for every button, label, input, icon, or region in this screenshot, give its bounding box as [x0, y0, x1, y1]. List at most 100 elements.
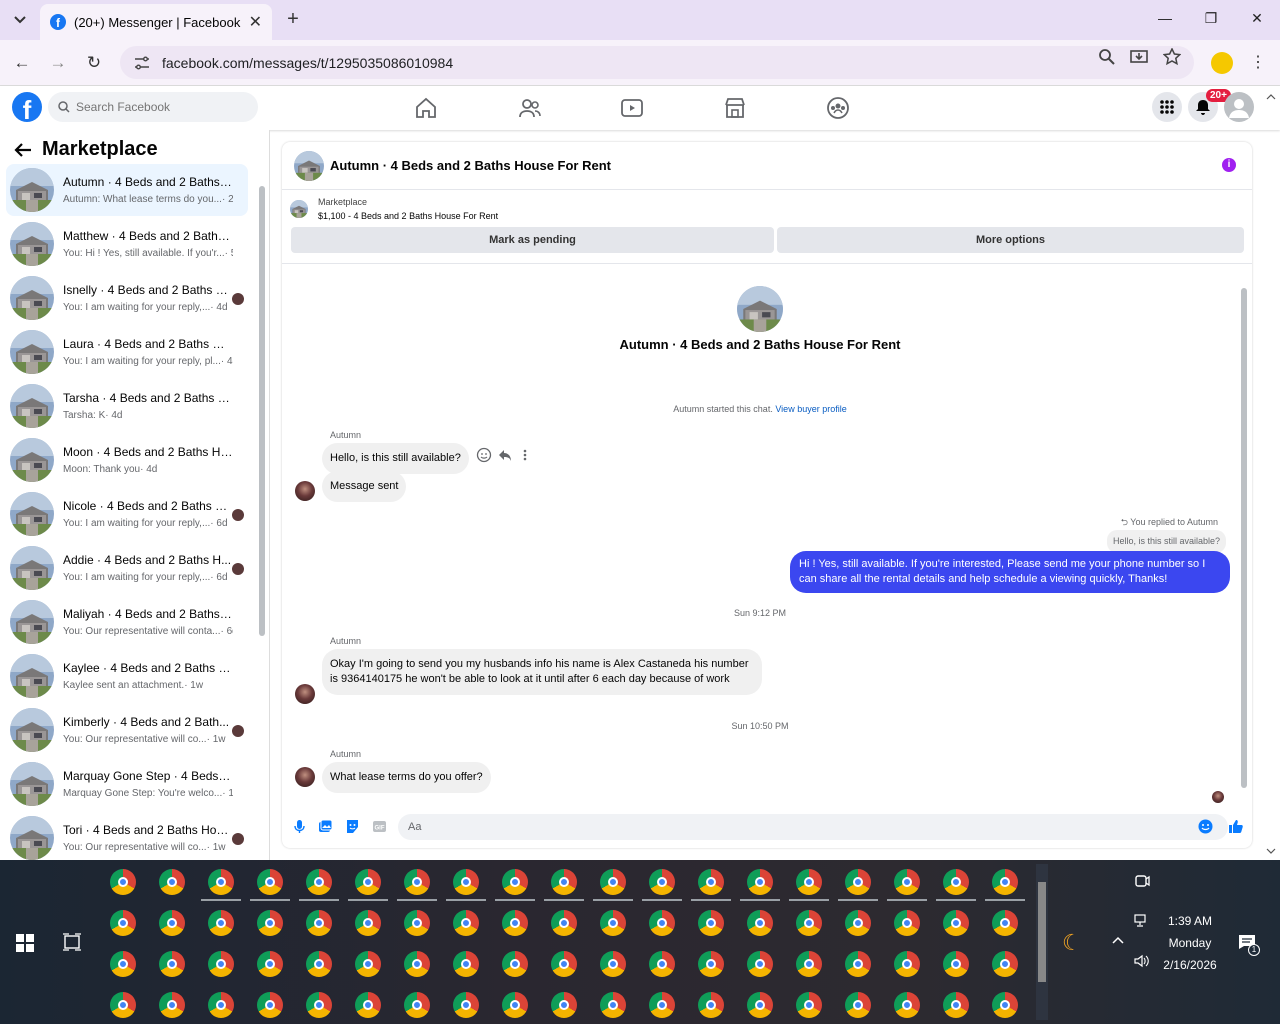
mark-as-pending-button[interactable]: Mark as pending: [291, 227, 774, 253]
chrome-taskbar-icon[interactable]: [845, 992, 871, 1018]
chrome-taskbar-icon[interactable]: [894, 992, 920, 1018]
home-icon[interactable]: [414, 96, 438, 120]
message-bubble[interactable]: What lease terms do you offer?: [322, 762, 491, 793]
browser-menu-icon[interactable]: ⋮: [1250, 52, 1266, 72]
search-box[interactable]: [48, 92, 258, 122]
chrome-taskbar-icon[interactable]: [502, 992, 528, 1018]
chrome-taskbar-icon[interactable]: [159, 869, 185, 895]
task-view-icon[interactable]: [62, 933, 82, 951]
conversation-item[interactable]: Addie · 4 Beds and 2 Baths H... You: I am…: [6, 542, 248, 594]
chrome-taskbar-icon[interactable]: [502, 910, 528, 936]
chrome-taskbar-icon[interactable]: [747, 951, 773, 977]
chrome-taskbar-icon[interactable]: [110, 951, 136, 977]
forward-icon[interactable]: →: [48, 53, 68, 73]
message-input[interactable]: Aa: [398, 814, 1228, 840]
omnibox[interactable]: facebook.com/messages/t/1295035086010984: [120, 46, 1194, 79]
night-light-icon[interactable]: ☾: [1062, 930, 1082, 956]
info-icon[interactable]: i: [1222, 158, 1236, 172]
back-arrow-icon[interactable]: [14, 142, 32, 158]
view-buyer-profile-link[interactable]: View buyer profile: [775, 404, 846, 414]
chrome-taskbar-icon[interactable]: [796, 910, 822, 936]
chrome-taskbar-icon[interactable]: [943, 951, 969, 977]
clock-date[interactable]: 2/16/2026: [1156, 958, 1224, 972]
microphone-icon[interactable]: [292, 819, 307, 834]
chrome-taskbar-icon[interactable]: [698, 992, 724, 1018]
chrome-taskbar-icon[interactable]: [453, 910, 479, 936]
meet-now-icon[interactable]: [1134, 873, 1150, 889]
chrome-taskbar-icon[interactable]: [551, 910, 577, 936]
chrome-taskbar-icon[interactable]: [208, 869, 234, 895]
chrome-taskbar-icon[interactable]: [796, 951, 822, 977]
chrome-taskbar-icon[interactable]: [551, 869, 577, 895]
close-window-icon[interactable]: ✕: [1246, 10, 1268, 30]
zoom-icon[interactable]: [1098, 48, 1116, 66]
chrome-taskbar-icon[interactable]: [404, 992, 430, 1018]
sender-avatar[interactable]: [295, 767, 315, 787]
groups-icon[interactable]: [826, 96, 850, 120]
chrome-taskbar-icon[interactable]: [894, 951, 920, 977]
chrome-taskbar-icon[interactable]: [600, 869, 626, 895]
listing-thumbnail[interactable]: [294, 150, 324, 181]
quoted-message[interactable]: Hello, is this still available?: [1106, 530, 1226, 553]
chrome-taskbar-icon[interactable]: [257, 992, 283, 1018]
chrome-taskbar-icon[interactable]: [404, 869, 430, 895]
conversation-item[interactable]: Moon · 4 Beds and 2 Baths Hou... Moon: Th…: [6, 434, 248, 486]
chrome-taskbar-icon[interactable]: [453, 951, 479, 977]
chrome-taskbar-icon[interactable]: [110, 869, 136, 895]
chrome-taskbar-icon[interactable]: [306, 869, 332, 895]
more-actions-icon[interactable]: [522, 448, 528, 462]
message-bubble[interactable]: Okay I'm going to send you my husbands i…: [322, 649, 762, 695]
new-tab-icon[interactable]: +: [282, 8, 304, 30]
reply-icon[interactable]: [498, 448, 512, 462]
chrome-taskbar-icon[interactable]: [355, 910, 381, 936]
chrome-taskbar-icon[interactable]: [845, 951, 871, 977]
chrome-taskbar-icon[interactable]: [600, 951, 626, 977]
chrome-taskbar-icon[interactable]: [355, 869, 381, 895]
chrome-taskbar-icon[interactable]: [551, 992, 577, 1018]
tab-search-dropdown-icon[interactable]: [8, 8, 32, 32]
close-tab-icon[interactable]: ✕: [249, 12, 262, 32]
conversation-item[interactable]: Tarsha · 4 Beds and 2 Baths Ho... Tarsha:…: [6, 380, 248, 432]
chrome-taskbar-icon[interactable]: [796, 992, 822, 1018]
emoji-icon[interactable]: [1198, 819, 1213, 834]
bookmark-star-icon[interactable]: [1163, 48, 1181, 66]
photo-icon[interactable]: [318, 819, 333, 834]
chrome-taskbar-icon[interactable]: [943, 869, 969, 895]
chrome-taskbar-icon[interactable]: [747, 910, 773, 936]
chrome-taskbar-icon[interactable]: [453, 992, 479, 1018]
chrome-taskbar-icon[interactable]: [698, 869, 724, 895]
clock-day[interactable]: Monday: [1158, 936, 1222, 950]
chrome-taskbar-icon[interactable]: [404, 951, 430, 977]
my-message-bubble[interactable]: Hi ! Yes, still available. If you're int…: [790, 551, 1230, 593]
friends-icon[interactable]: [518, 96, 542, 120]
chrome-taskbar-icon[interactable]: [845, 869, 871, 895]
chrome-taskbar-icon[interactable]: [110, 992, 136, 1018]
conversation-item[interactable]: Maliyah · 4 Beds and 2 Baths H... You: Ou…: [6, 596, 248, 648]
chrome-taskbar-icon[interactable]: [502, 869, 528, 895]
chrome-taskbar-icon[interactable]: [159, 992, 185, 1018]
chrome-taskbar-icon[interactable]: [257, 869, 283, 895]
chrome-taskbar-icon[interactable]: [600, 910, 626, 936]
marketplace-icon[interactable]: [723, 96, 747, 120]
chrome-taskbar-icon[interactable]: [600, 992, 626, 1018]
chrome-taskbar-icon[interactable]: [992, 992, 1018, 1018]
show-hidden-icons-chevron-icon[interactable]: [1112, 936, 1124, 944]
browser-tab[interactable]: f (20+) Messenger | Facebook ✕: [40, 4, 272, 40]
clock-time[interactable]: 1:39 AM: [1158, 914, 1222, 928]
restore-icon[interactable]: ❐: [1200, 10, 1222, 30]
conversation-item[interactable]: Nicole · 4 Beds and 2 Baths H... You: I a…: [6, 488, 248, 540]
chrome-taskbar-icon[interactable]: [306, 992, 332, 1018]
sender-avatar[interactable]: [295, 481, 315, 501]
page-scroll-up-icon[interactable]: [1266, 92, 1276, 102]
thread-scrollbar[interactable]: [1240, 268, 1248, 798]
minimize-icon[interactable]: —: [1154, 10, 1176, 30]
conversation-item[interactable]: Matthew · 4 Beds and 2 Baths ... You: Hi …: [6, 218, 248, 270]
chrome-taskbar-icon[interactable]: [355, 951, 381, 977]
chrome-taskbar-icon[interactable]: [306, 910, 332, 936]
chrome-taskbar-icon[interactable]: [649, 910, 675, 936]
chrome-taskbar-icon[interactable]: [551, 951, 577, 977]
chrome-taskbar-icon[interactable]: [992, 910, 1018, 936]
chrome-taskbar-icon[interactable]: [453, 869, 479, 895]
chrome-taskbar-icon[interactable]: [502, 951, 528, 977]
extension-icon[interactable]: [1211, 52, 1233, 74]
